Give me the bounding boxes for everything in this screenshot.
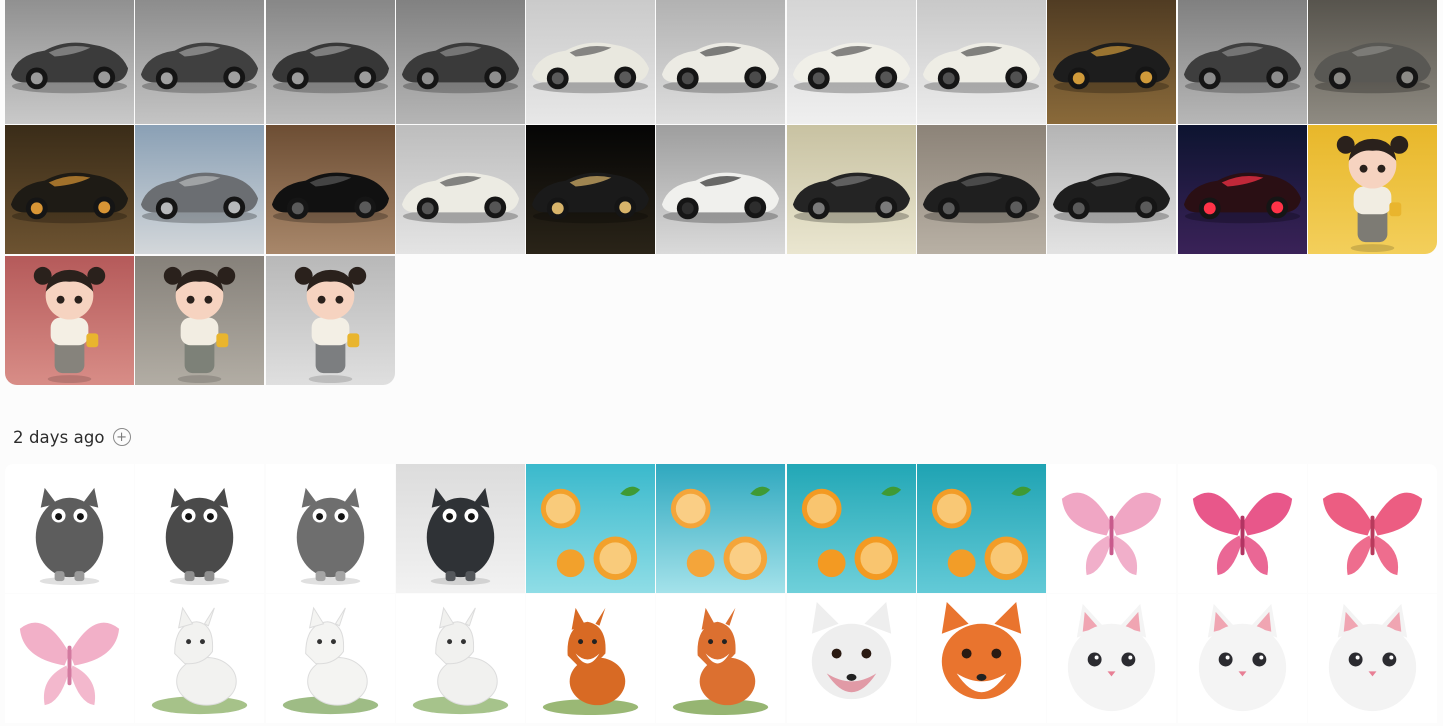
car-image — [1047, 125, 1177, 255]
image-thumbnail-car[interactable] — [526, 125, 656, 255]
car-image — [786, 0, 916, 124]
butterfly-image — [1177, 464, 1307, 593]
car-image — [135, 0, 265, 124]
image-thumbnail-girl[interactable] — [265, 255, 395, 385]
foxface-image — [917, 594, 1047, 724]
car-image — [786, 125, 916, 255]
image-thumbnail-fox[interactable] — [656, 594, 786, 724]
image-thumbnail-car[interactable] — [265, 125, 395, 255]
kitten-image — [1307, 594, 1437, 724]
car-image — [1177, 0, 1307, 124]
image-thumbnail-foxface[interactable] — [917, 594, 1047, 724]
image-thumbnail-car[interactable] — [1177, 0, 1307, 124]
image-thumbnail-kitten[interactable] — [1177, 594, 1307, 724]
image-thumbnail-car[interactable] — [1047, 0, 1177, 124]
image-thumbnail-butterfly[interactable] — [1177, 464, 1307, 593]
image-thumbnail-girl[interactable] — [1307, 125, 1437, 255]
image-thumbnail-butterfly[interactable] — [1047, 464, 1177, 593]
image-thumbnail-car[interactable] — [265, 0, 395, 124]
image-thumbnail-orange[interactable] — [917, 464, 1047, 593]
image-thumbnail-girl[interactable] — [135, 255, 265, 385]
whitefox-image — [395, 594, 525, 724]
image-thumbnail-butterfly[interactable] — [1307, 464, 1437, 593]
car-image — [265, 0, 395, 124]
orange-image — [526, 464, 656, 593]
image-thumbnail-whitefox[interactable] — [265, 594, 395, 724]
image-thumbnail-car[interactable] — [656, 125, 786, 255]
car-image — [656, 125, 786, 255]
car-image — [5, 125, 134, 255]
image-thumbnail-car[interactable] — [1047, 125, 1177, 255]
car-image — [1047, 0, 1177, 124]
kitten-image — [1177, 594, 1307, 724]
image-thumbnail-car[interactable] — [526, 0, 656, 124]
image-thumbnail-cat[interactable] — [265, 464, 395, 593]
image-thumbnail-kitten[interactable] — [1047, 594, 1177, 724]
image-thumbnail-cat[interactable] — [5, 464, 134, 593]
section-header-2-days-ago: 2 days ago + — [13, 425, 131, 449]
image-thumbnail-car[interactable] — [786, 125, 916, 255]
cat-image — [135, 464, 265, 593]
image-thumbnail-orange[interactable] — [656, 464, 786, 593]
whitefox-image — [135, 594, 265, 724]
girl-image — [135, 255, 265, 385]
image-thumbnail-orange[interactable] — [786, 464, 916, 593]
image-thumbnail-butterfly[interactable] — [5, 594, 134, 724]
car-image — [395, 0, 525, 124]
car-image — [1307, 0, 1437, 124]
car-image — [5, 0, 134, 124]
girl-image — [5, 255, 134, 385]
image-thumbnail-girl[interactable] — [5, 255, 134, 385]
orange-image — [917, 464, 1047, 593]
fox-image — [656, 594, 786, 724]
section-date-label: 2 days ago — [13, 427, 105, 447]
car-image — [917, 0, 1047, 124]
car-image — [395, 125, 525, 255]
cat-image — [265, 464, 395, 593]
image-grid-recent — [5, 0, 1437, 385]
image-thumbnail-car[interactable] — [395, 125, 525, 255]
image-thumbnail-fox[interactable] — [526, 594, 656, 724]
car-image — [1177, 125, 1307, 255]
image-thumbnail-car[interactable] — [656, 0, 786, 124]
image-thumbnail-car[interactable] — [5, 125, 134, 255]
image-thumbnail-orange[interactable] — [526, 464, 656, 593]
whitefox-image — [265, 594, 395, 724]
plus-circle-icon[interactable]: + — [112, 428, 131, 446]
image-thumbnail-car[interactable] — [917, 125, 1047, 255]
cat-image — [5, 464, 134, 593]
butterfly-image — [5, 594, 134, 724]
image-thumbnail-car[interactable] — [917, 0, 1047, 124]
image-thumbnail-car[interactable] — [5, 0, 134, 124]
car-image — [135, 125, 265, 255]
girl-image — [1307, 125, 1437, 255]
image-thumbnail-foxface[interactable] — [786, 594, 916, 724]
image-thumbnail-car[interactable] — [1307, 0, 1437, 124]
car-image — [917, 125, 1047, 255]
cat-image — [395, 464, 525, 593]
car-image — [526, 125, 656, 255]
car-image — [656, 0, 786, 124]
image-thumbnail-car[interactable] — [135, 125, 265, 255]
image-thumbnail-whitefox[interactable] — [395, 594, 525, 724]
image-thumbnail-car[interactable] — [786, 0, 916, 124]
fox-image — [526, 594, 656, 724]
orange-image — [786, 464, 916, 593]
image-thumbnail-car[interactable] — [1177, 125, 1307, 255]
image-thumbnail-car[interactable] — [135, 0, 265, 124]
girl-image — [265, 255, 395, 385]
butterfly-image — [1307, 464, 1437, 593]
image-thumbnail-cat[interactable] — [135, 464, 265, 593]
car-image — [526, 0, 656, 124]
foxface-image — [786, 594, 916, 724]
image-thumbnail-cat[interactable] — [395, 464, 525, 593]
car-image — [265, 125, 395, 255]
kitten-image — [1047, 594, 1177, 724]
butterfly-image — [1047, 464, 1177, 593]
image-thumbnail-whitefox[interactable] — [135, 594, 265, 724]
image-thumbnail-car[interactable] — [395, 0, 525, 124]
image-grid-2-days-ago — [5, 464, 1437, 724]
image-thumbnail-kitten[interactable] — [1307, 594, 1437, 724]
orange-image — [656, 464, 786, 593]
